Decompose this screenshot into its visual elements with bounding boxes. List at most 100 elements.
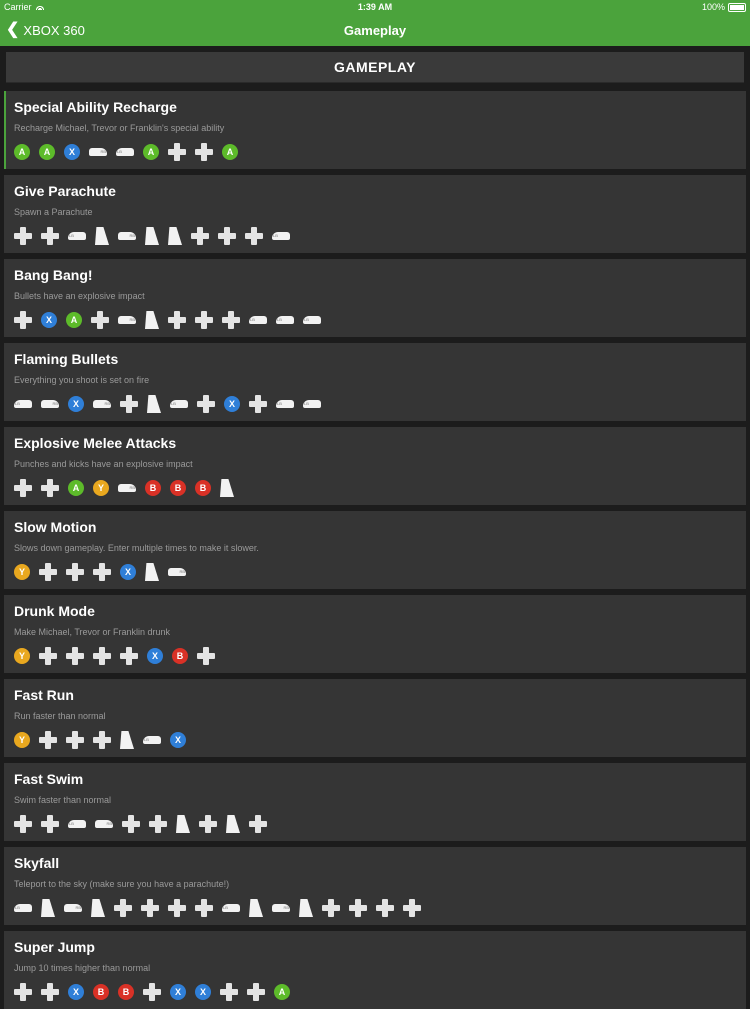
dpad-icon xyxy=(120,395,138,413)
lb-bumper-icon: LB xyxy=(276,400,294,408)
cheat-row[interactable]: Special Ability Recharge Recharge Michael… xyxy=(4,91,746,169)
dpad-icon xyxy=(91,311,109,329)
rt-trigger-icon xyxy=(145,227,159,245)
cheat-row[interactable]: Flaming Bullets Everything you shoot is s… xyxy=(4,343,746,421)
dpad-icon xyxy=(122,815,140,833)
button-sequence: A Y RB B B B xyxy=(14,479,234,497)
rb-bumper-icon: RB xyxy=(95,820,113,828)
cheat-description: Swim faster than normal xyxy=(14,795,112,805)
cheat-description: Teleport to the sky (make sure you have … xyxy=(14,879,230,889)
cheat-row[interactable]: Fast Run Run faster than normal Y LB X xyxy=(4,679,746,757)
button-a-icon: A xyxy=(66,312,82,328)
cheat-name: Explosive Melee Attacks xyxy=(14,435,177,451)
button-x-icon: X xyxy=(41,312,57,328)
button-x-icon: X xyxy=(170,732,186,748)
rb-bumper-icon: RB xyxy=(118,232,136,240)
cheat-row[interactable]: Give Parachute Spawn a Parachute LB RB LB xyxy=(4,175,746,253)
navigation-bar: ❮ XBOX 360 Gameplay xyxy=(0,16,750,46)
dpad-icon xyxy=(249,395,267,413)
button-b-icon: B xyxy=(195,480,211,496)
cheat-name: Give Parachute xyxy=(14,183,116,199)
lb-bumper-icon: LB xyxy=(272,232,290,240)
dpad-icon xyxy=(403,899,421,917)
dpad-icon xyxy=(39,647,57,665)
lb-bumper-icon: LB xyxy=(116,148,134,156)
rb-bumper-icon: RB xyxy=(272,904,290,912)
rb-bumper-icon: RB xyxy=(118,484,136,492)
status-bar: Carrier 1:39 AM 100% xyxy=(0,0,750,16)
cheat-list: Special Ability Recharge Recharge Michael… xyxy=(0,83,750,1009)
cheat-description: Bullets have an explosive impact xyxy=(14,291,145,301)
button-x-icon: X xyxy=(224,396,240,412)
cheat-row[interactable]: Explosive Melee Attacks Punches and kicks… xyxy=(4,427,746,505)
dpad-icon xyxy=(41,479,59,497)
button-y-icon: Y xyxy=(14,648,30,664)
dpad-icon xyxy=(141,899,159,917)
lt-trigger-icon xyxy=(249,899,263,917)
page-title: Gameplay xyxy=(343,23,407,38)
button-y-icon: Y xyxy=(93,480,109,496)
cheat-name: Fast Swim xyxy=(14,771,84,787)
button-a-icon: A xyxy=(14,144,30,160)
button-sequence: Y LB X xyxy=(14,731,186,749)
button-b-icon: B xyxy=(145,480,161,496)
dpad-icon xyxy=(376,899,394,917)
cheat-description: Jump 10 times higher than normal xyxy=(14,963,151,973)
rb-bumper-icon: RB xyxy=(118,316,136,324)
cheat-name: Slow Motion xyxy=(14,519,97,535)
dpad-icon xyxy=(143,983,161,1001)
dpad-icon xyxy=(218,227,236,245)
dpad-icon xyxy=(14,815,32,833)
button-a-icon: A xyxy=(39,144,55,160)
dpad-icon xyxy=(195,899,213,917)
dpad-icon xyxy=(14,983,32,1001)
cheat-row[interactable]: Bang Bang! Bullets have an explosive impa… xyxy=(4,259,746,337)
rt-trigger-icon xyxy=(168,227,182,245)
status-time: 1:39 AM xyxy=(357,2,393,12)
cheat-description: Spawn a Parachute xyxy=(14,207,93,217)
cheat-name: Flaming Bullets xyxy=(14,351,119,367)
button-a-icon: A xyxy=(68,480,84,496)
cheat-row[interactable]: Super Jump Jump 10 times higher than norm… xyxy=(4,931,746,1009)
cheat-name: Special Ability Recharge xyxy=(14,99,177,115)
button-b-icon: B xyxy=(170,480,186,496)
cheat-row[interactable]: Fast Swim Swim faster than normal LB RB xyxy=(4,763,746,841)
rt-trigger-icon xyxy=(299,899,313,917)
dpad-icon xyxy=(66,647,84,665)
cheat-row[interactable]: Skyfall Teleport to the sky (make sure yo… xyxy=(4,847,746,925)
cheat-name: Super Jump xyxy=(14,939,95,955)
lb-bumper-icon: LB xyxy=(303,400,321,408)
cheat-name: Drunk Mode xyxy=(14,603,95,619)
cheat-row[interactable]: Drunk Mode Make Michael, Trevor or Frankl… xyxy=(4,595,746,673)
button-x-icon: X xyxy=(147,648,163,664)
lb-bumper-icon: LB xyxy=(276,316,294,324)
dpad-icon xyxy=(247,983,265,1001)
lb-bumper-icon: LB xyxy=(14,904,32,912)
button-sequence: XBBXXA xyxy=(14,983,290,1001)
cheat-description: Punches and kicks have an explosive impa… xyxy=(14,459,193,469)
dpad-icon xyxy=(191,227,209,245)
battery-indicator: 100% xyxy=(702,2,746,12)
rb-bumper-icon: RB xyxy=(93,400,111,408)
cheat-description: Make Michael, Trevor or Franklin drunk xyxy=(14,627,171,637)
dpad-icon xyxy=(114,899,132,917)
dpad-icon xyxy=(66,563,84,581)
dpad-icon xyxy=(14,479,32,497)
dpad-icon xyxy=(41,983,59,1001)
button-sequence: Y X RB xyxy=(14,563,186,581)
cheat-name: Fast Run xyxy=(14,687,74,703)
dpad-icon xyxy=(168,311,186,329)
cheat-description: Slows down gameplay. Enter multiple time… xyxy=(14,543,259,553)
lb-bumper-icon: LB xyxy=(68,820,86,828)
button-b-icon: B xyxy=(118,984,134,1000)
button-y-icon: Y xyxy=(14,732,30,748)
lb-bumper-icon: LB xyxy=(143,736,161,744)
lt-trigger-icon xyxy=(41,899,55,917)
rb-bumper-icon: RB xyxy=(89,148,107,156)
cheat-row[interactable]: Slow Motion Slows down gameplay. Enter mu… xyxy=(4,511,746,589)
button-y-icon: Y xyxy=(14,564,30,580)
dpad-icon xyxy=(222,311,240,329)
lt-trigger-icon xyxy=(220,479,234,497)
dpad-icon xyxy=(149,815,167,833)
dpad-icon xyxy=(249,815,267,833)
